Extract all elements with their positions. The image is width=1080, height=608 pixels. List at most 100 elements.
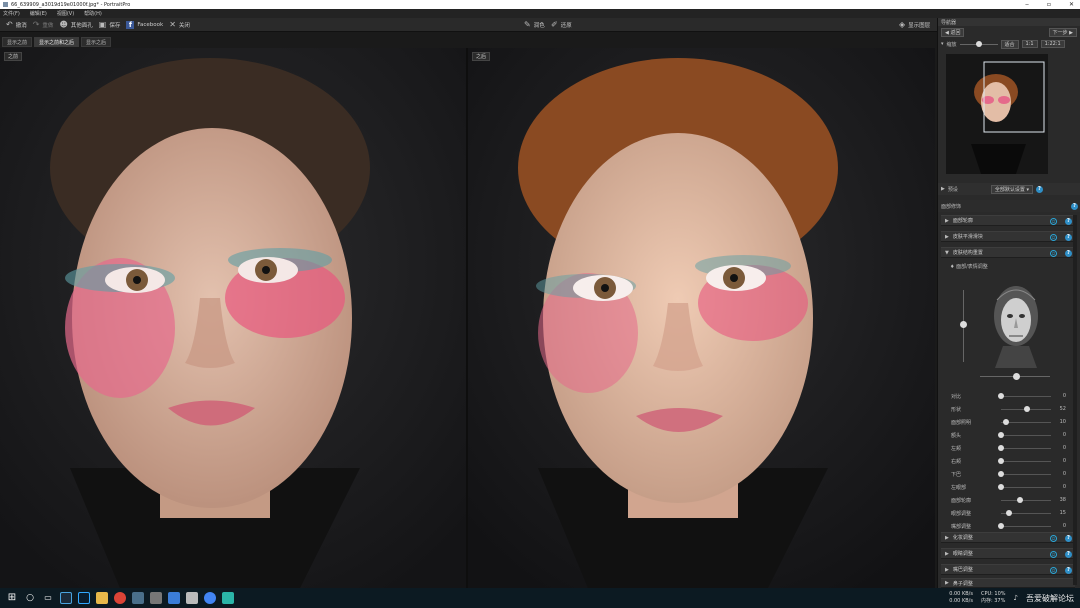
portraitpro-icon[interactable] bbox=[222, 592, 234, 604]
slider-label: 眼部调整 bbox=[951, 511, 972, 517]
minimize-button[interactable]: ‒ bbox=[1025, 1, 1029, 8]
slider-track[interactable] bbox=[1001, 461, 1051, 462]
expand-icon: ▶ bbox=[945, 217, 949, 224]
power-icon[interactable]: ⏻ bbox=[1050, 535, 1057, 542]
windows-start-icon[interactable]: ⊞ bbox=[6, 592, 18, 604]
slider-track[interactable] bbox=[1001, 448, 1051, 449]
slider-knob[interactable] bbox=[998, 523, 1004, 529]
tab-before-after[interactable]: 显示之前和之后 bbox=[34, 37, 80, 47]
power-icon[interactable]: ⏻ bbox=[1050, 218, 1057, 225]
slider-label: 左颊 bbox=[951, 446, 962, 452]
section-expanded[interactable]: ▼ 皮肤结构重置 ⏻? bbox=[941, 247, 1075, 258]
power-icon[interactable]: ⏻ bbox=[1050, 551, 1057, 558]
split-divider[interactable] bbox=[466, 48, 468, 588]
power-icon[interactable]: ⏻ bbox=[1050, 250, 1057, 257]
file-explorer-icon[interactable] bbox=[96, 592, 108, 604]
menu-help[interactable]: 帮助(H) bbox=[84, 10, 102, 17]
retouch-button[interactable]: ✎ 润色 bbox=[524, 20, 545, 29]
power-icon[interactable]: ⏻ bbox=[1050, 234, 1057, 241]
help-icon[interactable]: ? bbox=[1065, 535, 1072, 542]
slider-knob[interactable] bbox=[998, 458, 1004, 464]
navigator-header: 导航器 bbox=[938, 18, 1080, 26]
slider-knob[interactable] bbox=[998, 393, 1004, 399]
task-view-icon[interactable]: ▭ bbox=[42, 592, 54, 604]
after-canvas[interactable]: 之后 bbox=[468, 48, 935, 588]
close-image-button[interactable]: ✕ 关闭 bbox=[169, 20, 190, 29]
slider-track[interactable] bbox=[1001, 396, 1051, 397]
vertical-slider-knob[interactable] bbox=[960, 321, 967, 328]
slider-track[interactable] bbox=[1001, 435, 1051, 436]
photoshop-icon[interactable] bbox=[78, 592, 90, 604]
volume-icon[interactable]: ♪ bbox=[1014, 594, 1018, 602]
save-button[interactable]: ▣ 保存 bbox=[99, 20, 121, 29]
undo-label: 撤消 bbox=[15, 22, 27, 29]
preset-play-icon[interactable]: ▶ bbox=[941, 186, 945, 192]
next-button[interactable]: 下一步 ▶ bbox=[1048, 27, 1077, 37]
other-people-button[interactable]: ☻ 其他面孔 bbox=[59, 20, 92, 29]
app-icon-2[interactable] bbox=[168, 592, 180, 604]
help-icon[interactable]: ? bbox=[1065, 567, 1072, 574]
restore-brush-icon: ✐ bbox=[551, 19, 558, 29]
facebook-button[interactable]: f Facebook bbox=[126, 20, 163, 29]
undo-button[interactable]: ↶ 撤消 bbox=[6, 20, 27, 29]
help-icon[interactable]: ? bbox=[1065, 234, 1072, 241]
before-canvas[interactable]: 之前 bbox=[0, 48, 466, 588]
slider-track[interactable] bbox=[1001, 474, 1051, 475]
zoom-slider-knob[interactable] bbox=[975, 41, 982, 47]
collapse-icon[interactable]: ▾ bbox=[941, 41, 944, 47]
slider-label: 下巴 bbox=[951, 472, 962, 478]
slider-track[interactable] bbox=[1001, 487, 1051, 488]
section-eyes[interactable]: ▶ 眼睛调整 ⏻? bbox=[941, 548, 1075, 559]
slider-knob[interactable] bbox=[998, 432, 1004, 438]
slider-knob[interactable] bbox=[998, 484, 1004, 490]
section-makeup[interactable]: ▶ 化妆调整 ⏻? bbox=[941, 532, 1075, 543]
section-shape[interactable]: ▶ 皮肤平滑滑块 ⏻? bbox=[941, 231, 1075, 242]
restore-button[interactable]: ✐ 还原 bbox=[551, 19, 572, 29]
slider-knob[interactable] bbox=[1005, 510, 1012, 516]
facebook-icon: f bbox=[126, 20, 135, 29]
menu-edit[interactable]: 编辑(E) bbox=[30, 10, 47, 17]
horizontal-slider-knob[interactable] bbox=[1013, 373, 1020, 380]
back-button[interactable]: ◀ 返回 bbox=[941, 27, 965, 37]
tab-before[interactable]: 显示之前 bbox=[2, 37, 33, 47]
zoom-value[interactable]: 1:22:1 bbox=[1040, 40, 1065, 48]
slider-knob[interactable] bbox=[1024, 406, 1030, 412]
app-icon-1[interactable] bbox=[132, 592, 144, 604]
face-3d-model[interactable] bbox=[985, 280, 1047, 368]
fit-button[interactable]: 适合 bbox=[1000, 39, 1019, 49]
power-icon[interactable]: ⏻ bbox=[1050, 567, 1057, 574]
navigator-thumbnail[interactable] bbox=[946, 54, 1048, 174]
camera-app-icon[interactable] bbox=[150, 592, 162, 604]
section-mouth[interactable]: ▶ 嘴巴调整 ⏻? bbox=[941, 564, 1075, 575]
chrome-icon[interactable] bbox=[114, 592, 126, 604]
browser-icon[interactable] bbox=[204, 592, 216, 604]
section-skin[interactable]: ▶ 面部轮廓 ⏻? bbox=[941, 215, 1075, 226]
close-window-button[interactable]: ✕ bbox=[1069, 1, 1074, 8]
pin-icon: ♦ bbox=[950, 264, 955, 270]
right-panel-scrollbar[interactable] bbox=[1073, 215, 1077, 585]
section-nose[interactable]: ▶ 鼻子调整 bbox=[941, 578, 1075, 588]
slider-knob[interactable] bbox=[998, 445, 1004, 451]
help-icon[interactable]: ? bbox=[1065, 218, 1072, 225]
menu-view[interactable]: 视图(V) bbox=[57, 10, 74, 17]
preset-help-icon[interactable]: ? bbox=[1036, 185, 1043, 193]
ratio-button[interactable]: 1:1 bbox=[1021, 40, 1038, 48]
slider-track[interactable] bbox=[1001, 526, 1051, 527]
tab-after[interactable]: 显示之后 bbox=[81, 37, 112, 47]
face-tools-help-icon[interactable]: ? bbox=[1071, 202, 1078, 210]
search-icon[interactable]: ○ bbox=[24, 592, 36, 604]
maximize-button[interactable]: ▫ bbox=[1047, 1, 1051, 8]
slider-knob[interactable] bbox=[1003, 419, 1009, 425]
help-icon[interactable]: ? bbox=[1065, 250, 1072, 257]
app-icon-3[interactable] bbox=[186, 592, 198, 604]
menu-file[interactable]: 文件(F) bbox=[3, 10, 20, 17]
slider-knob[interactable] bbox=[1017, 497, 1023, 503]
slider-knob[interactable] bbox=[998, 471, 1004, 477]
show-layers-button[interactable]: ◈ 显示图层 bbox=[899, 20, 930, 29]
zoom-slider[interactable] bbox=[959, 41, 998, 47]
lightroom-icon[interactable] bbox=[60, 592, 72, 604]
redo-button[interactable]: ↷ 重做 bbox=[33, 20, 54, 29]
help-icon[interactable]: ? bbox=[1065, 551, 1072, 558]
slider-track[interactable] bbox=[1001, 500, 1051, 501]
preset-dropdown[interactable]: 全部默认设置 ▾ bbox=[990, 184, 1033, 194]
